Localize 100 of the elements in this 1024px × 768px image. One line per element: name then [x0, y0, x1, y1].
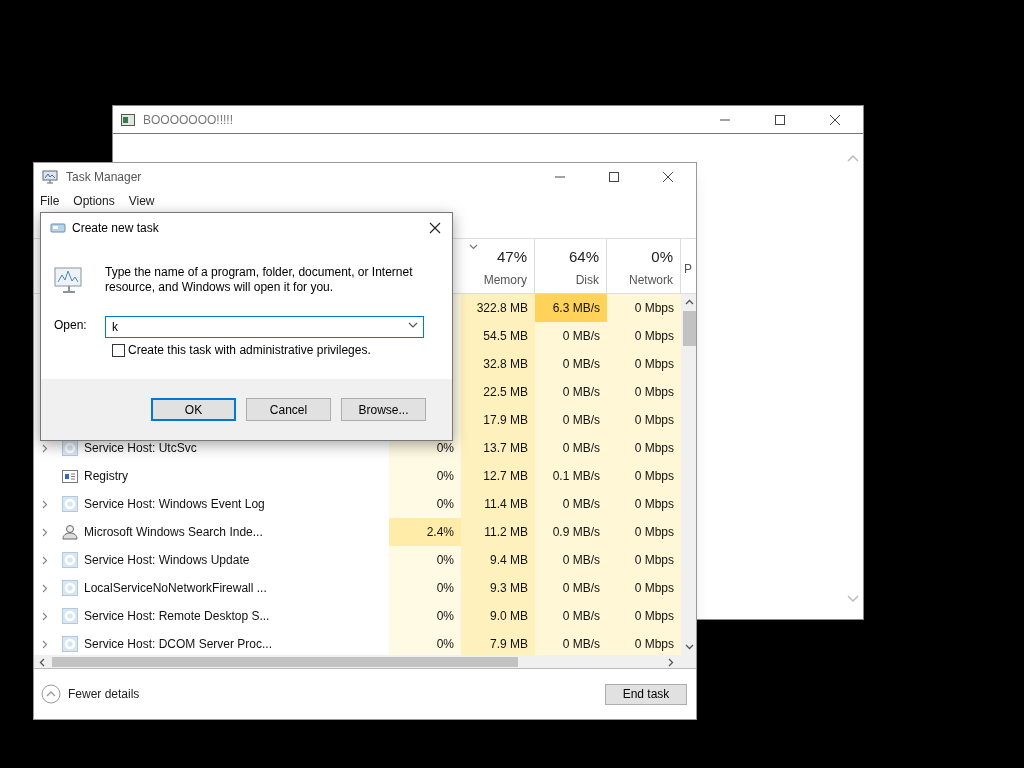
table-cell: 0% [389, 602, 461, 630]
scroll-left-icon[interactable] [39, 658, 45, 667]
monitor-icon [53, 265, 85, 295]
process-name[interactable]: Service Host: Windows Update [84, 551, 250, 569]
dialog-button[interactable]: Cancel [246, 398, 331, 421]
maximize-icon[interactable] [608, 171, 620, 183]
table-cell: 0% [389, 546, 461, 574]
sort-caret-icon [469, 244, 478, 250]
column-header[interactable]: Network [629, 270, 673, 289]
expand-chevron-icon[interactable] [42, 555, 48, 565]
menu-item[interactable]: Options [73, 192, 115, 210]
checkbox[interactable] [112, 343, 125, 357]
horizontal-scrollbar[interactable] [34, 655, 696, 669]
instruction-text: Type the name of a program, folder, document, or Internet resource, and Windows will open it for you. [105, 265, 414, 295]
scroll-up-icon[interactable] [685, 299, 694, 305]
table-cell: 0.1 MB/s [535, 462, 607, 490]
table-cell: 22.5 MB [461, 378, 535, 406]
expand-chevron-icon[interactable] [42, 527, 48, 537]
expand-chevron-icon[interactable] [42, 443, 48, 453]
process-name[interactable]: Registry [84, 467, 128, 485]
table-cell: 0 Mbps [607, 602, 681, 630]
table-cell: 0 MB/s [535, 406, 607, 434]
dialog-title: Create new task [72, 220, 160, 237]
collapse-icon[interactable] [41, 684, 61, 704]
table-cell: 0 Mbps [607, 574, 681, 602]
menu-item[interactable]: View [128, 192, 155, 210]
table-cell: 0.9 MB/s [535, 518, 607, 546]
gear-icon [62, 496, 78, 512]
gear-icon [62, 580, 78, 596]
scrollbar-thumb[interactable] [683, 311, 696, 346]
table-cell: 0 Mbps [607, 630, 681, 655]
vertical-scrollbar[interactable] [681, 294, 696, 655]
table-cell: 11.4 MB [461, 490, 535, 518]
end-task-button[interactable]: End task [605, 683, 687, 705]
table-cell: 0 MB/s [535, 546, 607, 574]
table-cell: 9.3 MB [461, 574, 535, 602]
table-cell: 0 Mbps [607, 294, 681, 322]
gear-icon [62, 552, 78, 568]
column-percent: 47% [496, 247, 527, 267]
expand-chevron-icon[interactable] [42, 499, 48, 509]
process-name[interactable]: Service Host: Remote Desktop S... [84, 607, 270, 625]
dialog-button[interactable]: OK [151, 398, 236, 421]
user-icon [62, 524, 78, 540]
table-cell: 54.5 MB [461, 322, 535, 350]
table-cell: 11.2 MB [461, 518, 535, 546]
process-name[interactable]: Service Host: DCOM Server Proc... [84, 635, 273, 653]
window-title: BOOOOOOO!!!!! [143, 111, 234, 129]
table-cell: 9.0 MB [461, 602, 535, 630]
monitor-icon [42, 170, 58, 184]
close-icon[interactable] [429, 222, 441, 234]
fewer-details-link[interactable]: Fewer details [68, 685, 605, 703]
table-cell: 0 Mbps [607, 378, 681, 406]
column-percent: 0% [651, 247, 673, 267]
scroll-down-icon[interactable] [685, 644, 694, 650]
column-header[interactable]: Disk [575, 270, 599, 289]
checkbox-label[interactable]: Create this task with administrative privileges. [128, 341, 371, 359]
dropdown-caret-icon[interactable] [408, 322, 418, 328]
expand-chevron-icon[interactable] [42, 639, 48, 649]
table-cell: 13.7 MB [461, 434, 535, 462]
process-name[interactable]: Microsoft Windows Search Inde... [84, 523, 263, 541]
dialog-button[interactable]: Browse... [341, 398, 426, 421]
table-cell: 0 MB/s [535, 490, 607, 518]
table-cell: 0 Mbps [607, 434, 681, 462]
gear-icon [62, 608, 78, 624]
table-cell: 0 MB/s [535, 602, 607, 630]
scroll-right-icon[interactable] [668, 658, 674, 667]
expand-chevron-icon[interactable] [42, 611, 48, 621]
table-cell: 2.4% [389, 518, 461, 546]
table-cell: 7.9 MB [461, 630, 535, 655]
window-title: Task Manager [66, 169, 143, 186]
column-header[interactable]: Memory [483, 270, 527, 289]
table-cell: 0 MB/s [535, 322, 607, 350]
open-combobox[interactable]: k [105, 316, 424, 338]
process-name[interactable]: Service Host: Windows Event Log [84, 495, 265, 513]
table-cell: 0 MB/s [535, 378, 607, 406]
table-cell: 0% [389, 574, 461, 602]
maximize-icon[interactable] [774, 113, 786, 126]
process-name[interactable]: LocalServiceNoNetworkFirewall ... [84, 579, 267, 597]
scrollbar-thumb[interactable] [52, 657, 518, 667]
close-icon[interactable] [662, 171, 674, 183]
table-cell: 0 Mbps [607, 462, 681, 490]
menu-item[interactable]: File [40, 192, 60, 210]
open-label: Open: [53, 317, 88, 334]
table-cell: 12.7 MB [461, 462, 535, 490]
table-cell: 0 Mbps [607, 350, 681, 378]
process-name[interactable]: Service Host: UtcSvc [84, 439, 197, 457]
expand-chevron-icon[interactable] [42, 583, 48, 593]
column-percent: 64% [568, 247, 599, 267]
table-cell: 0 Mbps [607, 490, 681, 518]
table-cell: 0 MB/s [535, 574, 607, 602]
column-header[interactable]: P [681, 239, 698, 293]
gear-icon [62, 636, 78, 652]
table-cell: 322.8 MB [461, 294, 535, 322]
table-cell: 17.9 MB [461, 406, 535, 434]
table-cell: 0 Mbps [607, 322, 681, 350]
close-icon[interactable] [829, 113, 841, 126]
table-cell: 0 MB/s [535, 350, 607, 378]
table-cell: 0 Mbps [607, 546, 681, 574]
run-icon [50, 222, 66, 234]
table-cell: 0% [389, 490, 461, 518]
